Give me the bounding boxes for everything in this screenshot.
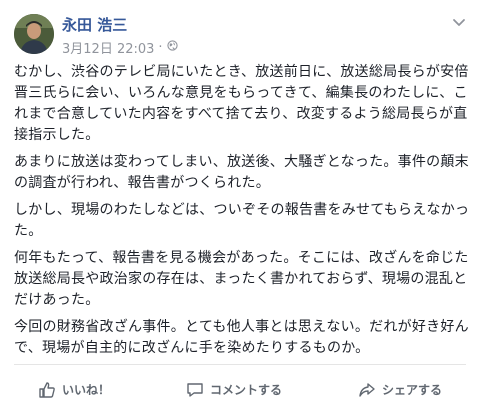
action-bar: いいね！ コメントする シェアする	[0, 365, 480, 414]
share-arrow-icon	[358, 381, 376, 399]
post-card: 永田 浩三 3月12日 22:03 · むかし、渋谷のテレビ局にいたとき、放送前…	[0, 0, 480, 414]
post-paragraph: 今回の財務省改ざん事件。とても他人事とは思えない。だれが好き好んで、現場が自主的…	[14, 319, 469, 356]
post-body: むかし、渋谷のテレビ局にいたとき、放送前日に、放送総局長らが安倍晋三氏らに会い、…	[14, 62, 470, 365]
post-timestamp[interactable]: 3月12日 22:03	[62, 38, 154, 57]
share-button[interactable]: シェアする	[358, 381, 442, 399]
like-button[interactable]: いいね！	[38, 381, 110, 399]
avatar[interactable]	[14, 14, 54, 54]
thumbs-up-icon	[38, 381, 56, 399]
meta-separator: ·	[158, 40, 163, 55]
post-meta: 3月12日 22:03 ·	[62, 38, 178, 57]
post-paragraph: あまりに放送は変わってしまい、放送後、大騒ぎとなった。事件の顛末の調査が行われ、…	[14, 154, 469, 191]
post-paragraph: しかし、現場のわたしなどは、ついぞその報告書をみせてもらえなかった。	[14, 202, 470, 239]
comment-button-label: コメントする	[209, 383, 282, 397]
comment-button[interactable]: コメントする	[186, 381, 282, 399]
chevron-down-icon[interactable]	[452, 14, 466, 28]
globe-icon[interactable]	[166, 40, 178, 55]
post-paragraph: 何年もたって、報告書を見る機会があった。そこには、改ざんを命じた放送総局長や政治…	[14, 250, 469, 308]
comment-bubble-icon	[186, 381, 204, 399]
post-paragraph: むかし、渋谷のテレビ局にいたとき、放送前日に、放送総局長らが安倍晋三氏らに会い、…	[14, 64, 469, 143]
share-button-label: シェアする	[381, 383, 442, 397]
like-button-label: いいね！	[61, 383, 110, 397]
author-name[interactable]: 永田 浩三	[62, 14, 127, 35]
